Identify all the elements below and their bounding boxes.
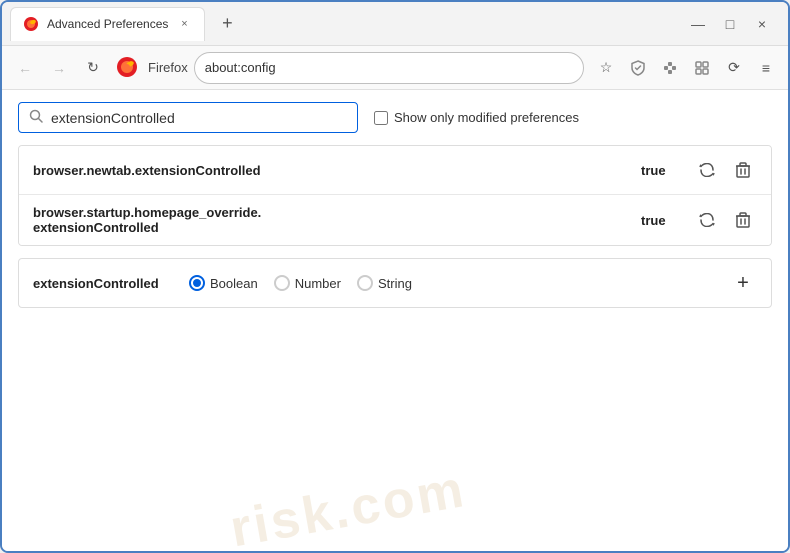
window-controls: — □ ×	[688, 14, 780, 34]
new-tab-button[interactable]: +	[213, 10, 241, 38]
search-icon	[29, 109, 43, 126]
radio-number-input[interactable]	[274, 275, 290, 291]
search-input-wrapper	[18, 102, 358, 133]
radio-number[interactable]: Number	[274, 275, 341, 291]
tab-close-button[interactable]: ×	[176, 16, 192, 32]
bookmark-button[interactable]: ☆	[592, 54, 620, 82]
address-text: about:config	[205, 60, 276, 75]
search-bar: Show only modified preferences	[18, 102, 772, 133]
active-tab[interactable]: Advanced Preferences ×	[10, 7, 205, 41]
radio-boolean-input[interactable]	[189, 275, 205, 291]
watermark: risk.com	[226, 443, 564, 551]
browser-name-label: Firefox	[148, 60, 188, 75]
show-modified-label: Show only modified preferences	[394, 110, 579, 125]
radio-string-input[interactable]	[357, 275, 373, 291]
toolbar-icons: ☆	[592, 54, 780, 82]
radio-string[interactable]: String	[357, 275, 412, 291]
forward-button[interactable]: →	[44, 53, 74, 83]
extension-button[interactable]	[656, 54, 684, 82]
page-content: Show only modified preferences browser.n…	[2, 90, 788, 551]
delete-button-2[interactable]	[729, 206, 757, 234]
pref-value-2: true	[641, 213, 681, 228]
show-modified-checkbox[interactable]	[374, 111, 388, 125]
radio-boolean[interactable]: Boolean	[189, 275, 258, 291]
table-row: browser.startup.homepage_override. exten…	[19, 195, 771, 245]
tab-favicon	[23, 16, 39, 32]
container-button[interactable]	[688, 54, 716, 82]
search-input[interactable]	[51, 110, 347, 126]
radio-string-label: String	[378, 276, 412, 291]
sync-button[interactable]: ⟳	[720, 54, 748, 82]
back-button[interactable]: ←	[10, 53, 40, 83]
table-row: browser.newtab.extensionControlled true	[19, 146, 771, 195]
reload-button[interactable]: ↻	[78, 53, 108, 83]
pref-name-1: browser.newtab.extensionControlled	[33, 163, 641, 178]
navigation-toolbar: ← → ↻ Firefox about:config ☆	[2, 46, 788, 90]
new-pref-name: extensionControlled	[33, 276, 173, 291]
show-modified-checkbox-label[interactable]: Show only modified preferences	[374, 110, 579, 125]
shield-button[interactable]	[624, 54, 652, 82]
pref-name-2: browser.startup.homepage_override. exten…	[33, 205, 641, 235]
new-preference-row: extensionControlled Boolean Number Strin…	[18, 258, 772, 308]
pref-actions-1	[693, 156, 757, 184]
pref-value-1: true	[641, 163, 681, 178]
preferences-table: browser.newtab.extensionControlled true	[18, 145, 772, 246]
add-preference-button[interactable]: +	[729, 269, 757, 297]
pref-actions-2	[693, 206, 757, 234]
type-radio-group: Boolean Number String	[189, 275, 713, 291]
close-button[interactable]: ×	[752, 14, 772, 34]
minimize-button[interactable]: —	[688, 14, 708, 34]
browser-window: Advanced Preferences × + — □ × ← → ↻ Fir…	[0, 0, 790, 553]
delete-button-1[interactable]	[729, 156, 757, 184]
maximize-button[interactable]: □	[720, 14, 740, 34]
reset-button-2[interactable]	[693, 206, 721, 234]
menu-button[interactable]: ≡	[752, 54, 780, 82]
tab-title: Advanced Preferences	[47, 17, 168, 31]
firefox-icon	[116, 56, 140, 80]
radio-boolean-label: Boolean	[210, 276, 258, 291]
radio-number-label: Number	[295, 276, 341, 291]
reset-button-1[interactable]	[693, 156, 721, 184]
title-bar: Advanced Preferences × + — □ ×	[2, 2, 788, 46]
address-bar[interactable]: about:config	[194, 52, 584, 84]
